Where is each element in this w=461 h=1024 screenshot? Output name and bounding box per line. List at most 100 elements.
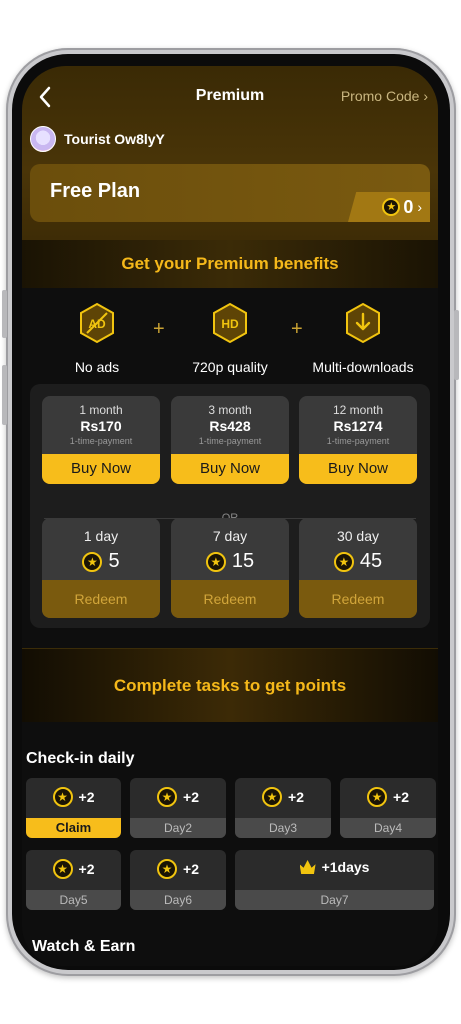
checkin-day-5: ★ +2 Day5	[26, 850, 121, 910]
star-coin-icon: ★	[262, 787, 283, 807]
plan-1-month[interactable]: 1 month Rs170 1-time-payment Buy Now	[42, 396, 160, 484]
buy-now-button[interactable]: Buy Now	[42, 454, 160, 484]
star-coin-icon: ★	[157, 859, 178, 879]
redeem-cost: ★ 45	[299, 550, 417, 573]
plan-12-month[interactable]: 12 month Rs1274 1-time-payment Buy Now	[299, 396, 417, 484]
redeem-button[interactable]: Redeem	[299, 580, 417, 618]
day-reward-amount: +2	[393, 789, 409, 805]
day-label: Day2	[130, 818, 226, 838]
plan-3-month[interactable]: 3 month Rs428 1-time-payment Buy Now	[171, 396, 289, 484]
redeem-cost: ★ 5	[42, 550, 160, 573]
plus-icon: +	[153, 318, 165, 340]
volume-down-button	[2, 365, 7, 425]
chevron-right-icon: ›	[423, 88, 428, 104]
star-coin-icon: ★	[52, 859, 73, 879]
day-reward-amount: +2	[78, 789, 95, 805]
redeem-points: 45	[359, 550, 383, 572]
redeem-7-day[interactable]: 7 day ★ 15 Redeem	[171, 518, 289, 618]
day-label: Day4	[340, 818, 436, 838]
redeem-button[interactable]: Redeem	[171, 580, 289, 618]
day-label: Day6	[130, 890, 226, 910]
checkin-day-2: ★ +2 Day2	[130, 778, 226, 838]
checkin-day-3: ★ +2 Day3	[235, 778, 331, 838]
redeem-cost: ★ 15	[171, 550, 289, 573]
day-reward: ★ +2	[130, 859, 226, 879]
user-name: Tourist Ow8lyY	[64, 131, 165, 147]
plan-note: 1-time-payment	[69, 436, 133, 446]
crown-icon	[299, 860, 316, 874]
day-reward: +1days	[235, 859, 434, 875]
plan-name: Free Plan	[50, 180, 141, 202]
redeem-period: 30 day	[336, 528, 380, 544]
avatar	[30, 126, 56, 152]
star-coin-icon: ★	[82, 551, 103, 572]
redeem-30-day[interactable]: 30 day ★ 45 Redeem	[299, 518, 417, 618]
checkin-day-4: ★ +2 Day4	[340, 778, 436, 838]
checkin-day-6: ★ +2 Day6	[130, 850, 226, 910]
day-reward-amount: +2	[183, 789, 199, 805]
download-icon	[346, 302, 380, 344]
star-coin-icon: ★	[157, 787, 178, 807]
plan-price: Rs1274	[333, 418, 383, 434]
plan-period: 1 month	[79, 403, 123, 417]
day-reward-amount: +1days	[321, 859, 370, 875]
plans-panel: 1 month Rs170 1-time-payment Buy Now 3 m…	[30, 384, 430, 628]
promo-code-label: Promo Code	[340, 88, 420, 104]
star-coin-icon: ★	[52, 787, 73, 807]
day-reward-amount: +2	[78, 861, 95, 877]
hd-icon: HD	[213, 302, 247, 344]
day-label: Day5	[26, 890, 121, 910]
redeem-period: 7 day	[212, 528, 248, 544]
feature-label: No ads	[74, 359, 120, 375]
benefits-heading: Get your Premium benefits	[22, 240, 438, 288]
tasks-heading: Complete tasks to get points	[22, 648, 438, 722]
checkin-title: Check-in daily	[26, 750, 135, 767]
redeem-button[interactable]: Redeem	[42, 580, 160, 618]
plan-period: 3 month	[208, 403, 252, 417]
watch-earn-title: Watch & Earn	[32, 938, 136, 955]
header-area: Premium Promo Code › Tourist Ow8lyY Free…	[22, 66, 438, 240]
claim-button[interactable]: Claim	[26, 818, 121, 838]
plan-price: Rs428	[209, 418, 251, 434]
app-screen: Premium Promo Code › Tourist Ow8lyY Free…	[22, 66, 438, 966]
redeem-period: 1 day	[83, 528, 119, 544]
redeem-points: 15	[231, 550, 255, 572]
user-info: Tourist Ow8lyY	[30, 126, 165, 152]
feature-no-ads: AD No ads	[32, 302, 162, 375]
day-reward-amount: +2	[183, 861, 199, 877]
power-button	[454, 310, 459, 380]
volume-up-button	[2, 290, 7, 338]
plan-note: 1-time-payment	[198, 436, 262, 446]
day-reward-amount: +2	[288, 789, 304, 805]
plan-note: 1-time-payment	[326, 436, 390, 446]
current-plan-card: Free Plan ★ 0 ›	[30, 164, 430, 222]
no-ads-icon: AD	[80, 302, 114, 344]
points-balance-button[interactable]: ★ 0 ›	[348, 192, 430, 222]
checkin-day-7: +1days Day7	[235, 850, 434, 910]
feature-label: Multi-downloads	[312, 359, 414, 375]
day-label: Day7	[235, 890, 434, 910]
redeem-1-day[interactable]: 1 day ★ 5 Redeem	[42, 518, 160, 618]
feature-downloads: Multi-downloads	[298, 302, 428, 375]
chevron-right-icon: ›	[417, 199, 422, 215]
day-reward: ★ +2	[340, 787, 436, 807]
points-value: 0	[403, 196, 414, 217]
redeem-points: 5	[108, 550, 120, 572]
star-coin-icon: ★	[382, 198, 401, 216]
feature-label: 720p quality	[192, 359, 268, 375]
day-reward: ★ +2	[26, 859, 121, 879]
star-coin-icon: ★	[333, 551, 354, 572]
day-reward: ★ +2	[26, 787, 121, 807]
day-reward: ★ +2	[235, 787, 331, 807]
star-coin-icon: ★	[205, 551, 226, 572]
feature-hd: HD 720p quality	[165, 302, 295, 375]
buy-now-button[interactable]: Buy Now	[299, 454, 417, 484]
buy-now-button[interactable]: Buy Now	[171, 454, 289, 484]
plan-period: 12 month	[332, 403, 384, 417]
promo-code-link[interactable]: Promo Code ›	[341, 88, 428, 104]
day-label: Day3	[235, 818, 331, 838]
star-coin-icon: ★	[367, 787, 388, 807]
checkin-day-1[interactable]: ★ +2 Claim	[26, 778, 121, 838]
plan-price: Rs170	[80, 418, 122, 434]
svg-text:HD: HD	[221, 317, 239, 331]
